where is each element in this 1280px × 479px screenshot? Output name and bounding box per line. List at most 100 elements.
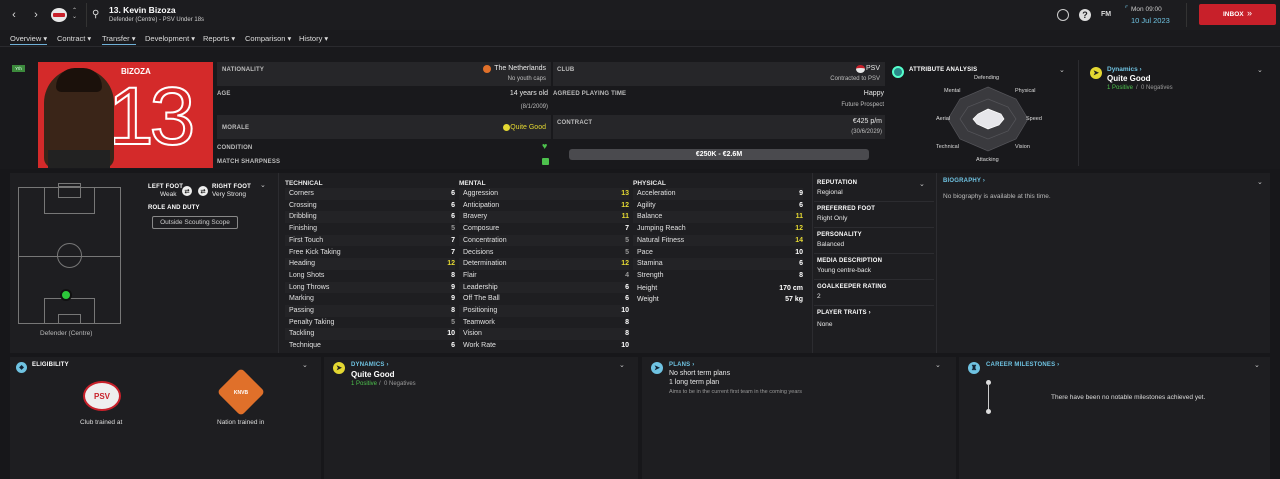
attribute-row[interactable]: Natural Fitness 14: [633, 234, 803, 247]
attribute-row[interactable]: Free Kick Taking 7: [285, 247, 455, 259]
tab-history[interactable]: History ▾: [299, 34, 328, 43]
weight-value: 57 kg: [785, 296, 803, 303]
attribute-row[interactable]: Decisions 5: [459, 247, 629, 259]
fm-logo[interactable]: FM: [1101, 11, 1111, 18]
divider: [814, 201, 934, 202]
psv-badge-text: PSV: [93, 391, 110, 401]
tab-comparison[interactable]: Comparison ▾: [245, 34, 291, 43]
player-title: 13. Kevin Bizoza: [109, 5, 176, 15]
chevron-down-icon[interactable]: ⌄: [260, 181, 266, 189]
chevron-down-icon[interactable]: ⌄: [1254, 361, 1260, 369]
scouting-scope-button[interactable]: Outside Scouting Scope: [152, 216, 238, 229]
chevron-down-icon[interactable]: ⌄: [1257, 178, 1263, 186]
attribute-row[interactable]: Composure 7: [459, 223, 629, 235]
value-range-bar[interactable]: €250K - €2.6M: [569, 149, 869, 160]
career-milestones-link[interactable]: CAREER MILESTONES ›: [986, 362, 1059, 368]
tab-transfer[interactable]: Transfer ▾: [102, 34, 136, 45]
dynamics-negative: 0 Negatives: [1141, 85, 1173, 91]
attribute-row[interactable]: Acceleration 9: [633, 188, 803, 200]
attribute-row[interactable]: Leadership 6: [459, 281, 629, 294]
attribute-value: 12: [795, 225, 803, 233]
double-chevron-right-icon: »: [1247, 8, 1253, 18]
nationality-value[interactable]: The Netherlands: [494, 65, 546, 72]
tab-development[interactable]: Development ▾: [145, 34, 195, 43]
attribute-row[interactable]: Dribbling 6: [285, 211, 455, 224]
attribute-row[interactable]: Vision 8: [459, 328, 629, 341]
tab-reports[interactable]: Reports ▾: [203, 34, 235, 43]
game-date[interactable]: 10 Jul 2023: [1131, 16, 1170, 25]
attribute-row[interactable]: Agility 6: [633, 200, 803, 212]
psv-badge-icon[interactable]: PSV: [83, 381, 121, 411]
eligibility-icon: ◆: [16, 362, 27, 373]
attribute-row[interactable]: Flair 4: [459, 270, 629, 282]
attribute-row[interactable]: Anticipation 12: [459, 200, 629, 212]
staff-icon[interactable]: [1057, 9, 1069, 21]
attribute-row[interactable]: Bravery 11: [459, 211, 629, 224]
attribute-row[interactable]: Finishing 5: [285, 223, 455, 235]
club-row: [553, 62, 885, 86]
attribute-row[interactable]: Marking 9: [285, 293, 455, 305]
forward-arrow-icon[interactable]: ›: [29, 8, 43, 22]
attribute-row[interactable]: Off The Ball 6: [459, 293, 629, 305]
attribute-row[interactable]: Long Shots 8: [285, 270, 455, 282]
attribute-row[interactable]: Balance 11: [633, 211, 803, 224]
attribute-row[interactable]: Crossing 6: [285, 200, 455, 212]
attribute-row[interactable]: Concentration 5: [459, 234, 629, 247]
dynamics-negative: 0 Negatives: [384, 381, 416, 387]
morale-value: Quite Good: [510, 124, 546, 131]
attribute-value: 6: [625, 283, 629, 291]
chevron-down-icon[interactable]: ⌄: [935, 361, 941, 369]
playing-time-label: AGREED PLAYING TIME: [553, 91, 627, 97]
attribute-row[interactable]: Aggression 13: [459, 188, 629, 200]
attribute-row[interactable]: Passing 8: [285, 305, 455, 317]
player-traits-link[interactable]: PLAYER TRAITS ›: [817, 310, 871, 316]
attribute-row[interactable]: Positioning 10: [459, 305, 629, 317]
attribute-row[interactable]: Jumping Reach 12: [633, 223, 803, 235]
attribute-row[interactable]: First Touch 7: [285, 234, 455, 247]
attribute-row[interactable]: Teamwork 8: [459, 317, 629, 329]
timeline-line: [988, 384, 989, 411]
up-down-chevrons-icon[interactable]: ⌃ ⌄: [72, 8, 77, 20]
chevron-down-icon[interactable]: ⌄: [302, 361, 308, 369]
plans-link[interactable]: PLANS ›: [669, 362, 694, 368]
chevron-down-icon[interactable]: ⌄: [1257, 66, 1263, 74]
attribute-name: Decisions: [463, 248, 494, 256]
tab-overview[interactable]: Overview ▾: [10, 34, 48, 45]
attribute-row[interactable]: Pace 10: [633, 247, 803, 259]
attribute-row[interactable]: Long Throws 9: [285, 281, 455, 294]
dynamics-link[interactable]: DYNAMICS ›: [351, 362, 389, 368]
attribute-row[interactable]: Technique 6: [285, 340, 455, 352]
position-marker[interactable]: [60, 289, 72, 301]
chevron-down-icon[interactable]: ⌄: [919, 180, 925, 188]
attribute-row[interactable]: Corners 6: [285, 188, 455, 200]
search-icon[interactable]: ⚲: [92, 9, 99, 20]
psv-club-icon[interactable]: [51, 8, 67, 22]
right-foot-label: RIGHT FOOT: [212, 184, 251, 190]
attribute-row[interactable]: Penalty Taking 5: [285, 317, 455, 329]
attribute-row[interactable]: Tackling 10: [285, 328, 455, 341]
radar-label-mental: Mental: [944, 88, 961, 94]
attribute-name: Leadership: [463, 283, 498, 291]
attribute-name: Stamina: [637, 260, 663, 268]
attribute-value: 5: [451, 225, 455, 233]
chevron-down-icon[interactable]: ⌄: [619, 361, 625, 369]
reputation-label: REPUTATION: [817, 180, 858, 186]
attribute-row[interactable]: Work Rate 10: [459, 340, 629, 352]
attribute-row[interactable]: Strength 8: [633, 270, 803, 282]
tab-contract[interactable]: Contract ▾: [57, 34, 91, 43]
dynamics-link[interactable]: Dynamics ›: [1107, 66, 1142, 73]
preferred-foot-label: PREFERRED FOOT: [817, 206, 876, 212]
club-value[interactable]: PSV: [866, 65, 880, 72]
attribute-row[interactable]: Stamina 6: [633, 258, 803, 270]
physical-attributes: Acceleration 9 Agility 6 Balance 11 Jumping Re…: [633, 188, 803, 353]
divider: [814, 253, 934, 254]
attribute-value: 8: [451, 307, 455, 314]
biography-link[interactable]: BIOGRAPHY ›: [943, 178, 985, 184]
player-face: [44, 68, 114, 168]
attribute-row[interactable]: Determination 12: [459, 258, 629, 270]
help-icon[interactable]: ?: [1079, 9, 1091, 21]
inbox-button[interactable]: INBOX »: [1199, 4, 1276, 25]
attribute-name: First Touch: [289, 236, 324, 244]
attribute-row[interactable]: Heading 12: [285, 258, 455, 270]
back-arrow-icon[interactable]: ‹: [7, 8, 21, 22]
